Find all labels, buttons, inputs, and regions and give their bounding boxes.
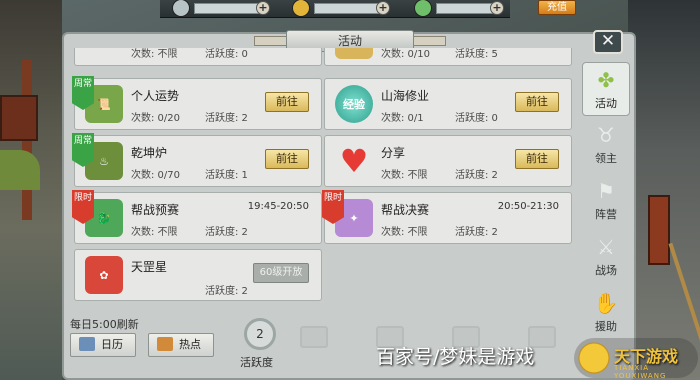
title-ornament-left [254,36,288,46]
card-count: 次数: 不限 [381,227,428,238]
crossed-swords-icon: ⚔ [597,235,615,259]
calendar-icon [79,337,95,351]
side-tabs: ✤ 活动 ♉ 领主 ⚑ 阵营 ⚔ 战场 ✋ 援助 [582,62,630,340]
hotspot-button[interactable]: 热点 [148,333,214,357]
calendar-label: 日历 [101,338,123,351]
activity-card-guild-final[interactable]: ✦ 限时 帮战决赛 20:50-21:30 次数: 不限 活跃度: 2 [322,190,572,244]
tab-label: 战场 [595,264,617,277]
recharge-button[interactable]: 充值 [538,0,576,15]
card-active: 活跃度: 2 [205,113,248,124]
charm-icon: ✿ [85,256,123,294]
card-count: 次数: 0/1 [381,113,424,124]
activity-card-partial: 次数: 0/10 活跃度: 5 [324,48,572,66]
tab-label: 阵营 [595,208,617,221]
go-button[interactable]: 前往 [265,149,309,169]
jade-amount-bar [436,3,494,14]
activity-list[interactable]: 次数: 不限 活跃度: 0 次数: 0/10 活跃度: 5 📜 周常 个人运势 … [68,48,574,310]
activity-card-tiangang[interactable]: ✿ 天罡星 活跃度: 2 60级开放 [74,249,322,301]
limited-ribbon: 限时 [72,190,94,224]
card-count: 次数: 0/20 [131,113,181,124]
add-jade-button[interactable]: + [490,1,504,15]
clover-icon: ✤ [597,68,615,92]
weekly-ribbon: 周常 [72,133,94,167]
card-name: 分享 [381,146,406,160]
card-count: 次数: 0/10 [381,49,431,60]
reward-chest-icon[interactable] [300,326,328,348]
add-gold-button[interactable]: + [376,1,390,15]
card-active: 活跃度: 5 [455,49,498,60]
daily-refresh-text: 每日5:00刷新 [70,318,139,331]
card-time: 20:50-21:30 [497,201,559,212]
coin-icon [335,48,373,59]
activity-card-personal-fortune[interactable]: 📜 周常 个人运势 次数: 0/20 活跃度: 2 前往 [72,76,322,130]
tab-label: 领主 [595,152,617,165]
jingyan-icon: 经验 [335,85,373,123]
go-button[interactable]: 前往 [515,149,559,169]
locked-level-button: 60级开放 [253,263,309,283]
activity-card-qiankun-furnace[interactable]: ♨ 周常 乾坤炉 次数: 0/70 活跃度: 1 前往 [72,133,322,187]
ox-head-icon: ♉ [597,123,615,147]
red-banner [0,95,38,141]
go-button[interactable]: 前往 [265,92,309,112]
watermark-text: 百家号/梦妹是游戏 [376,346,535,368]
card-active: 活跃度: 2 [205,286,248,297]
silver-coin-icon [172,0,190,17]
flag-icon: ⚑ [597,179,615,203]
scene-left [0,0,62,380]
heart-icon: ♥ [339,142,369,180]
card-time: 19:45-20:50 [247,201,309,212]
title-ornament-right [412,36,446,46]
activity-card-partial: 次数: 不限 活跃度: 0 [74,48,322,66]
gold-amount-bar [314,3,380,14]
card-name: 帮战预赛 [131,203,180,217]
jade-icon [414,0,432,17]
card-name: 个人运势 [131,89,180,103]
activity-card-shanhai[interactable]: 经验 山海修业 次数: 0/1 活跃度: 0 前往 [324,78,572,130]
calendar-button[interactable]: 日历 [70,333,136,357]
tab-label: 援助 [595,320,617,333]
weekly-ribbon: 周常 [72,76,94,110]
add-silver-button[interactable]: + [256,1,270,15]
activity-card-guild-prelim[interactable]: 🐉 限时 帮战预赛 19:45-20:50 次数: 不限 活跃度: 2 [72,190,322,244]
activity-card-share[interactable]: ♥ 分享 次数: 不限 活跃度: 2 前往 [324,135,572,187]
tab-battlefield[interactable]: ⚔ 战场 [582,230,630,284]
close-button[interactable]: ✕ [593,30,623,54]
card-active: 活跃度: 1 [205,170,248,181]
scene-right [628,0,700,380]
card-count: 次数: 不限 [131,49,178,60]
card-active: 活跃度: 2 [205,227,248,238]
card-count: 次数: 0/70 [131,170,181,181]
card-active: 活跃度: 2 [455,227,498,238]
tab-assist[interactable]: ✋ 援助 [582,286,630,340]
card-name: 乾坤炉 [131,146,168,160]
activity-label: 活跃度 [240,356,273,369]
card-name: 山海修业 [381,89,430,103]
tab-faction[interactable]: ⚑ 阵营 [582,174,630,228]
card-name: 帮战决赛 [381,203,430,217]
card-active: 活跃度: 0 [455,113,498,124]
tab-label: 活动 [595,97,617,110]
helping-hand-icon: ✋ [593,291,619,315]
card-count: 次数: 不限 [381,170,428,181]
card-active: 活跃度: 0 [205,49,248,60]
speaker-icon [157,337,173,351]
card-active: 活跃度: 2 [455,170,498,181]
grass-patch [0,150,40,190]
silver-amount-bar [194,3,260,14]
logo-subtext: TIANXIA YOUXIWANG [614,364,667,380]
tab-lord[interactable]: ♉ 领主 [582,118,630,172]
gold-ingot-icon [292,0,310,17]
hotspot-label: 热点 [179,338,201,351]
go-button[interactable]: 前往 [515,92,559,112]
card-name: 天罡星 [131,260,168,274]
card-count: 次数: 不限 [131,227,178,238]
wooden-post [648,195,670,265]
limited-ribbon: 限时 [322,190,344,224]
resource-bar: + + + [160,0,510,18]
tab-activity[interactable]: ✤ 活动 [582,62,630,116]
activity-score: 2 [244,318,276,350]
